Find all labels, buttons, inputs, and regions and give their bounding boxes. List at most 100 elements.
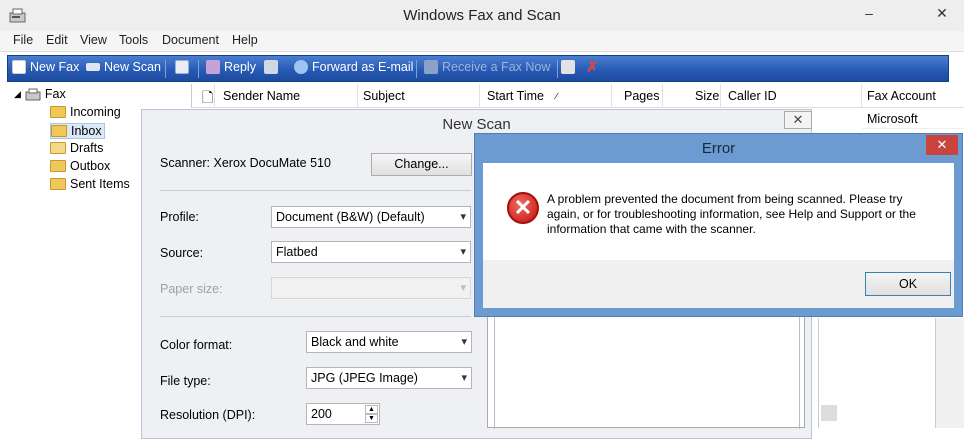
menu-file[interactable]: File xyxy=(13,33,33,47)
tree-item-sent-items[interactable]: Sent Items xyxy=(50,177,130,191)
collapse-icon: ◢ xyxy=(14,88,21,99)
receive-fax-button[interactable]: Receive a Fax Now xyxy=(424,60,550,74)
new-scan-label: New Scan xyxy=(104,60,161,74)
toolbar-divider xyxy=(416,60,417,78)
tree-item-outbox[interactable]: Outbox xyxy=(50,159,110,173)
scanner-icon xyxy=(86,63,100,71)
ok-button[interactable]: OK xyxy=(865,272,951,296)
stepper-down-icon[interactable]: ▼ xyxy=(365,414,378,423)
change-scanner-button[interactable]: Change... xyxy=(371,153,472,176)
window-title: Windows Fax and Scan xyxy=(403,7,561,24)
email-icon xyxy=(294,60,308,74)
preview-side-panel xyxy=(818,318,935,428)
tree-item-incoming[interactable]: Incoming xyxy=(50,105,121,119)
message-list-header: 🗋 Sender Name Subject Start Time ∕ Pages… xyxy=(191,84,964,108)
source-select[interactable]: Flatbed ▾ xyxy=(271,241,471,263)
delete-button[interactable]: ✗ xyxy=(586,58,599,76)
source-value: Flatbed xyxy=(276,245,318,259)
menu-view[interactable]: View xyxy=(80,33,107,47)
scroll-thumb[interactable] xyxy=(821,405,837,421)
column-divider xyxy=(214,84,215,108)
resolution-stepper[interactable]: 200 ▲ ▼ xyxy=(306,403,380,425)
menu-document[interactable]: Document xyxy=(162,33,219,47)
error-footer: OK xyxy=(483,260,954,308)
column-fax-account[interactable]: Fax Account xyxy=(867,89,936,103)
column-subject[interactable]: Subject xyxy=(363,89,405,103)
column-divider xyxy=(662,84,663,108)
view-icon xyxy=(175,60,189,74)
error-close-button[interactable]: ✕ xyxy=(926,135,958,155)
folder-icon xyxy=(50,178,66,190)
tree-label: Incoming xyxy=(70,105,121,119)
fax-machine-icon xyxy=(25,88,41,100)
file-type-value: JPG (JPEG Image) xyxy=(311,371,418,385)
print-document-button[interactable] xyxy=(561,60,575,74)
stepper-up-icon[interactable]: ▲ xyxy=(365,405,378,414)
tree-item-drafts[interactable]: Drafts xyxy=(50,141,103,155)
error-title: Error xyxy=(701,140,736,157)
printer-icon xyxy=(561,60,575,74)
preview-page xyxy=(494,316,800,429)
forward-email-button[interactable]: Forward as E-mail xyxy=(294,60,413,74)
tree-item-inbox[interactable]: Inbox xyxy=(50,123,105,139)
print-button[interactable] xyxy=(264,60,278,74)
attachment-column-icon[interactable]: 🗋 xyxy=(202,87,213,111)
tree-label: Outbox xyxy=(70,159,111,173)
folder-icon xyxy=(51,125,67,137)
reply-icon xyxy=(206,60,220,74)
folder-icon xyxy=(50,160,66,172)
menu-help[interactable]: Help xyxy=(232,33,258,47)
color-format-value: Black and white xyxy=(311,335,399,349)
chevron-down-icon: ▾ xyxy=(460,246,466,258)
chevron-down-icon: ▾ xyxy=(460,282,466,294)
column-start-time[interactable]: Start Time xyxy=(487,89,544,103)
new-scan-title: New Scan xyxy=(442,116,511,133)
paper-size-select[interactable]: ▾ xyxy=(271,277,471,299)
table-row[interactable]: Microsoft xyxy=(862,110,964,129)
column-pages[interactable]: Pages xyxy=(624,89,659,103)
divider xyxy=(160,190,471,191)
fax-account-cell: Microsoft xyxy=(867,112,918,126)
file-type-select[interactable]: JPG (JPEG Image) ▾ xyxy=(306,367,472,389)
column-sender-name[interactable]: Sender Name xyxy=(223,89,300,103)
menu-tools[interactable]: Tools xyxy=(119,33,148,47)
menu-edit[interactable]: Edit xyxy=(46,33,68,47)
error-body: ✕ A problem prevented the document from … xyxy=(483,163,954,260)
tree-label: Inbox xyxy=(71,124,102,138)
column-size[interactable]: Size xyxy=(695,89,719,103)
new-fax-button[interactable]: New Fax xyxy=(12,60,79,74)
resolution-value: 200 xyxy=(311,407,332,421)
new-fax-label: New Fax xyxy=(30,60,80,74)
toolbar-divider xyxy=(557,60,558,78)
folder-icon xyxy=(50,106,66,118)
divider xyxy=(160,316,471,317)
minimize-button[interactable]: – xyxy=(850,0,888,26)
source-label: Source: xyxy=(160,246,204,260)
column-divider xyxy=(611,84,612,108)
vertical-scrollbar[interactable] xyxy=(935,318,964,428)
reply-label: Reply xyxy=(224,60,256,74)
color-format-select[interactable]: Black and white ▾ xyxy=(306,331,472,353)
toolbar-divider xyxy=(165,60,166,78)
tree-label: Drafts xyxy=(70,141,104,155)
reply-button[interactable]: Reply xyxy=(206,60,256,74)
tree-root-fax[interactable]: ◢ Fax xyxy=(14,87,66,101)
column-divider xyxy=(861,84,862,108)
column-caller-id[interactable]: Caller ID xyxy=(728,89,777,103)
close-window-button[interactable]: ✕ xyxy=(923,0,961,26)
menu-bar: File Edit View Tools Document Help xyxy=(0,31,964,52)
profile-value: Document (B&W) (Default) xyxy=(276,210,425,224)
resolution-label: Resolution (DPI): xyxy=(160,408,256,422)
view-button[interactable] xyxy=(175,60,189,74)
forward-email-label: Forward as E-mail xyxy=(312,60,414,74)
column-divider xyxy=(479,84,480,108)
new-scan-close-button[interactable]: ✕ xyxy=(784,111,812,129)
profile-select[interactable]: Document (B&W) (Default) ▾ xyxy=(271,206,471,228)
new-scan-button[interactable]: New Scan xyxy=(86,60,161,74)
chevron-down-icon: ▾ xyxy=(461,336,467,348)
chevron-down-icon: ▾ xyxy=(461,372,467,384)
title-bar: Windows Fax and Scan – ✕ xyxy=(0,0,964,31)
tree-label: Sent Items xyxy=(70,177,130,191)
scan-preview-area xyxy=(487,315,805,429)
scanner-label: Scanner: Xerox DocuMate 510 xyxy=(160,156,331,170)
